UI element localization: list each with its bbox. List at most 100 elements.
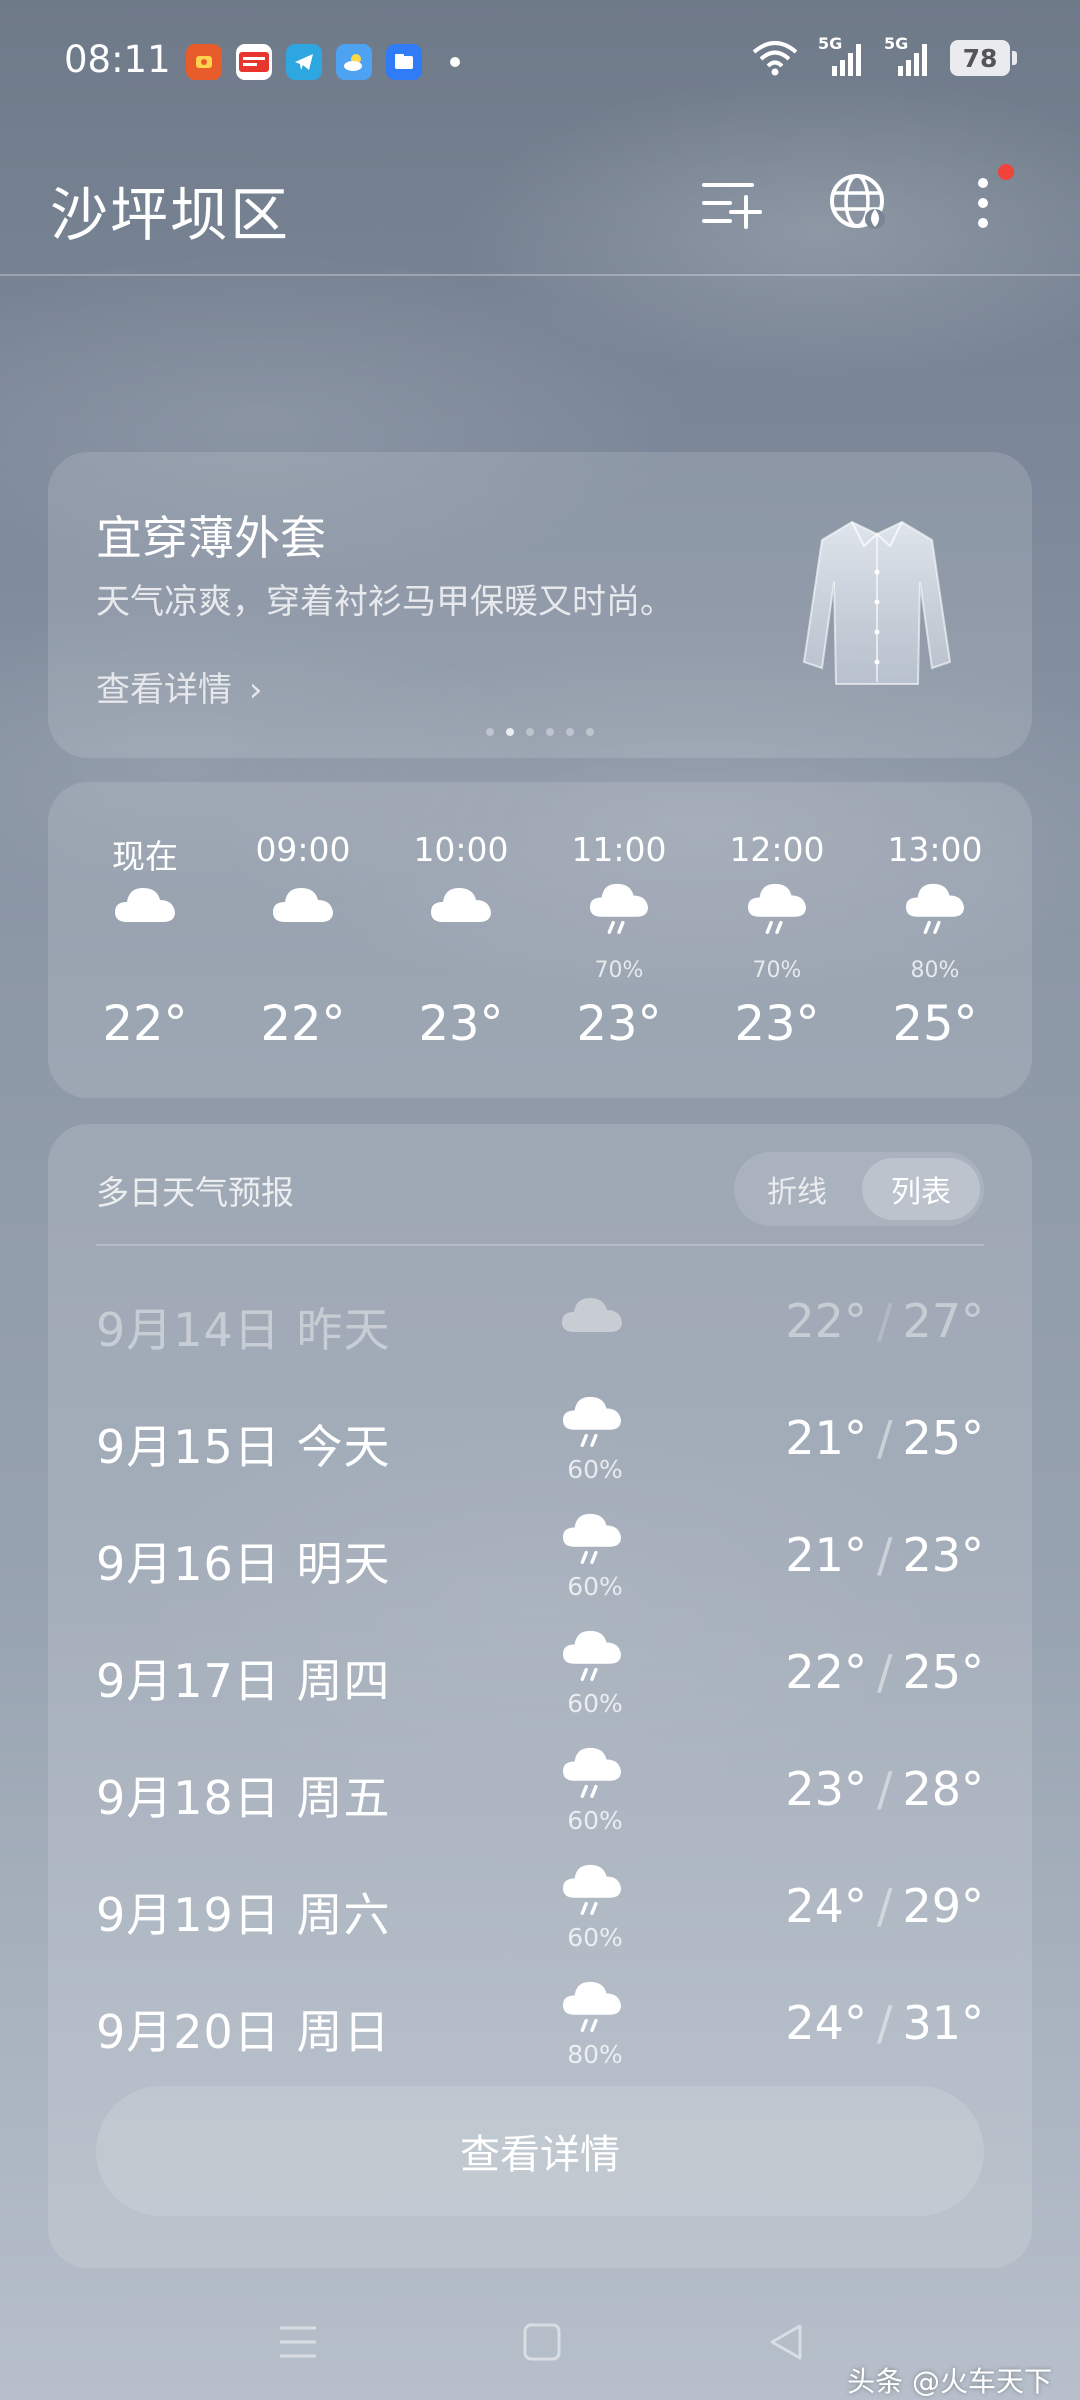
forecast-title: 多日天气预报 <box>96 1173 294 1212</box>
battery-indicator: 78 <box>950 40 1017 76</box>
manage-cities-button[interactable] <box>696 168 766 238</box>
cloud-icon <box>66 882 224 952</box>
day-date: 9月20日 周日 <box>96 1996 390 2062</box>
hour-time: 09:00 <box>255 830 351 869</box>
precip-probability: 60% <box>567 1806 623 1835</box>
temp-range: 22°/25° <box>785 1645 984 1699</box>
forecast-day-row[interactable]: 9月14日 昨天 22°/27° <box>48 1270 1032 1380</box>
pager-dot <box>506 728 514 736</box>
back-nav-icon[interactable] <box>764 2320 808 2364</box>
forecast-day-row[interactable]: 9月19日 周六 60% 24°/29° <box>48 1855 1032 1965</box>
dress-description: 天气凉爽，穿着衬衫马甲保暖又时尚。 <box>96 582 674 622</box>
hourly-item: 13:00 80% 25° <box>856 782 1014 1098</box>
globe-button[interactable] <box>824 168 894 238</box>
card-pager <box>48 728 1032 736</box>
watermark: 头条 @火车天下 <box>847 2365 1052 2398</box>
more-icon <box>978 178 988 228</box>
multi-day-forecast-card: 多日天气预报 折线 列表 9月14日 昨天 22°/27° 9月15日 今天 60% 2… <box>48 1124 1032 2268</box>
forecast-day-row[interactable]: 9月16日 明天 60% 21°/23° <box>48 1504 1032 1614</box>
rain-icon <box>540 882 698 952</box>
pager-dot <box>546 728 554 736</box>
hourly-item: 10:00 23° <box>382 782 540 1098</box>
notification-app-icons <box>186 44 460 80</box>
status-bar: 08:11 5G 5G 78 <box>0 0 1080 120</box>
day-label: 明天 <box>296 1537 391 1591</box>
hour-time: 11:00 <box>571 830 667 869</box>
cloud-icon <box>382 882 540 952</box>
temp-low: 22° <box>785 1645 867 1699</box>
temp-low: 21° <box>785 1411 867 1465</box>
day-date-text: 9月16日 <box>96 1537 281 1591</box>
temp-high: 25° <box>902 1645 984 1699</box>
dress-details-link[interactable]: 查看详情 › <box>96 662 262 711</box>
temp-low: 21° <box>785 1528 867 1582</box>
dressing-advice-card[interactable]: 宜穿薄外套 天气凉爽，穿着衬衫马甲保暖又时尚。 查看详情 › <box>48 452 1032 758</box>
hourly-item: 09:00 22° <box>224 782 382 1098</box>
day-date-text: 9月19日 <box>96 1888 281 1942</box>
day-label: 周五 <box>296 1771 391 1825</box>
battery-level: 78 <box>962 43 998 73</box>
temp-high: 28° <box>902 1762 984 1816</box>
day-label: 周六 <box>296 1888 391 1942</box>
forecast-details-button[interactable]: 查看详情 <box>96 2086 984 2216</box>
day-label: 周日 <box>296 2005 391 2059</box>
precip-probability: 60% <box>567 1923 623 1952</box>
temp-low: 22° <box>785 1294 867 1348</box>
day-date-text: 9月20日 <box>96 2005 281 2059</box>
forecast-day-row[interactable]: 9月17日 周四 60% 22°/25° <box>48 1621 1032 1731</box>
rain-icon <box>560 1395 630 1455</box>
day-date: 9月19日 周六 <box>96 1879 390 1945</box>
precip-probability: 80% <box>567 2040 623 2069</box>
forecast-day-row[interactable]: 9月20日 周日 80% 24°/31° <box>48 1972 1032 2082</box>
toggle-line-chart[interactable]: 折线 <box>738 1158 856 1220</box>
hour-temperature: 23° <box>734 996 820 1052</box>
hour-temperature: 22° <box>260 996 346 1052</box>
hour-time: 13:00 <box>887 830 983 869</box>
precip-probability: 60% <box>567 1572 623 1601</box>
rain-icon <box>560 1512 630 1572</box>
pager-dot <box>486 728 494 736</box>
temp-high: 29° <box>902 1879 984 1933</box>
hourly-forecast-card[interactable]: 现在 22° 09:00 22° 10:00 23° 11:00 70% 23° 12:00 70%… <box>48 782 1032 1098</box>
view-toggle: 折线 列表 <box>734 1152 984 1226</box>
precip-probability: 60% <box>567 1689 623 1718</box>
dress-details-label: 查看详情 <box>96 670 232 710</box>
forecast-day-row[interactable]: 9月15日 今天 60% 21°/25° <box>48 1387 1032 1497</box>
day-date-text: 9月14日 <box>96 1303 281 1357</box>
shirt-icon <box>802 520 952 685</box>
hourly-item: 11:00 70% 23° <box>540 782 698 1098</box>
signal-5g-2: 5G <box>884 34 932 78</box>
menu-nav-icon[interactable] <box>276 2320 320 2364</box>
chevron-right-icon: › <box>248 670 263 710</box>
more-menu-button[interactable] <box>948 164 1018 238</box>
temp-separator: / <box>876 1645 893 1699</box>
temp-separator: / <box>876 1294 893 1348</box>
rain-icon <box>560 1980 630 2040</box>
temp-range: 21°/23° <box>785 1528 984 1582</box>
temp-separator: / <box>876 1879 893 1933</box>
precip-probability: 70% <box>594 958 644 983</box>
temp-separator: / <box>876 1996 893 2050</box>
telegram-icon <box>286 44 322 80</box>
hourly-item: 12:00 70% 23° <box>698 782 856 1098</box>
notification-dot <box>998 164 1014 180</box>
rain-icon <box>560 1746 630 1806</box>
temp-high: 31° <box>902 1996 984 2050</box>
hour-temperature: 23° <box>418 996 504 1052</box>
hour-time: 10:00 <box>413 830 509 869</box>
hourly-item: 现在 22° <box>66 782 224 1098</box>
temp-high: 23° <box>902 1528 984 1582</box>
rain-icon <box>856 882 1014 952</box>
toggle-list[interactable]: 列表 <box>862 1158 980 1220</box>
rain-icon <box>560 1863 630 1923</box>
pager-dot <box>586 728 594 736</box>
temp-separator: / <box>876 1762 893 1816</box>
temp-high: 25° <box>902 1411 984 1465</box>
day-date: 9月15日 今天 <box>96 1411 390 1477</box>
temp-range: 22°/27° <box>785 1294 984 1348</box>
forecast-day-row[interactable]: 9月18日 周五 60% 23°/28° <box>48 1738 1032 1848</box>
home-nav-icon[interactable] <box>520 2320 564 2364</box>
hour-time: 现在 <box>112 837 178 876</box>
temp-range: 23°/28° <box>785 1762 984 1816</box>
temp-range: 21°/25° <box>785 1411 984 1465</box>
